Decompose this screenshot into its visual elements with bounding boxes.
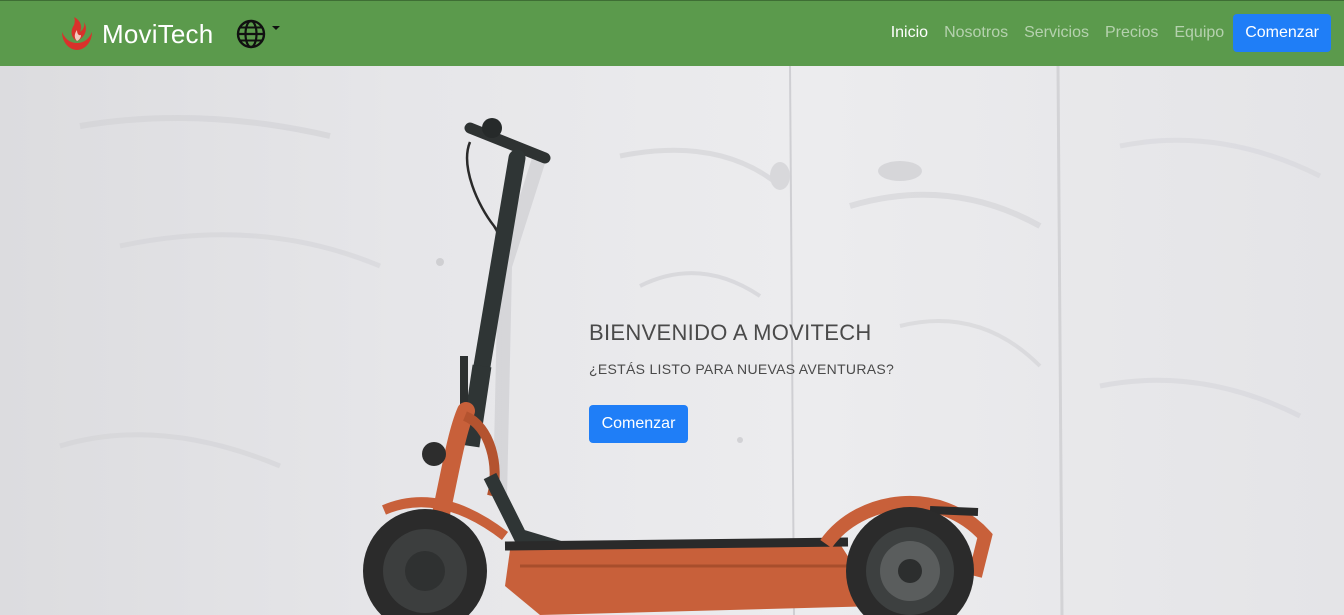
nav-links: Inicio Nosotros Servicios Precios Equipo… [883, 14, 1331, 52]
nav-comenzar-button[interactable]: Comenzar [1233, 14, 1331, 52]
hero-comenzar-button[interactable]: Comenzar [589, 405, 688, 443]
hero-content: BIENVENIDO A MOVITECH ¿ESTÁS LISTO PARA … [589, 320, 895, 443]
language-dropdown[interactable] [236, 19, 280, 49]
flame-logo-icon [62, 17, 92, 50]
hero-title: BIENVENIDO A MOVITECH [589, 320, 872, 345]
top-navbar: MoviTech Inicio Nosotros Servicios Preci… [0, 0, 1344, 66]
nav-link-inicio[interactable]: Inicio [883, 14, 936, 52]
hero-section: BIENVENIDO A MOVITECH ¿ESTÁS LISTO PARA … [0, 66, 1344, 615]
chevron-down-icon [272, 26, 280, 30]
nav-link-precios[interactable]: Precios [1097, 14, 1166, 52]
nav-link-servicios[interactable]: Servicios [1016, 14, 1097, 52]
globe-icon [236, 19, 266, 49]
hero-subtitle: ¿ESTÁS LISTO PARA NUEVAS AVENTURAS? [589, 361, 895, 377]
nav-link-equipo[interactable]: Equipo [1166, 14, 1232, 52]
brand-link[interactable]: MoviTech [58, 15, 213, 53]
brand-name: MoviTech [102, 18, 214, 49]
nav-link-nosotros[interactable]: Nosotros [936, 14, 1016, 52]
